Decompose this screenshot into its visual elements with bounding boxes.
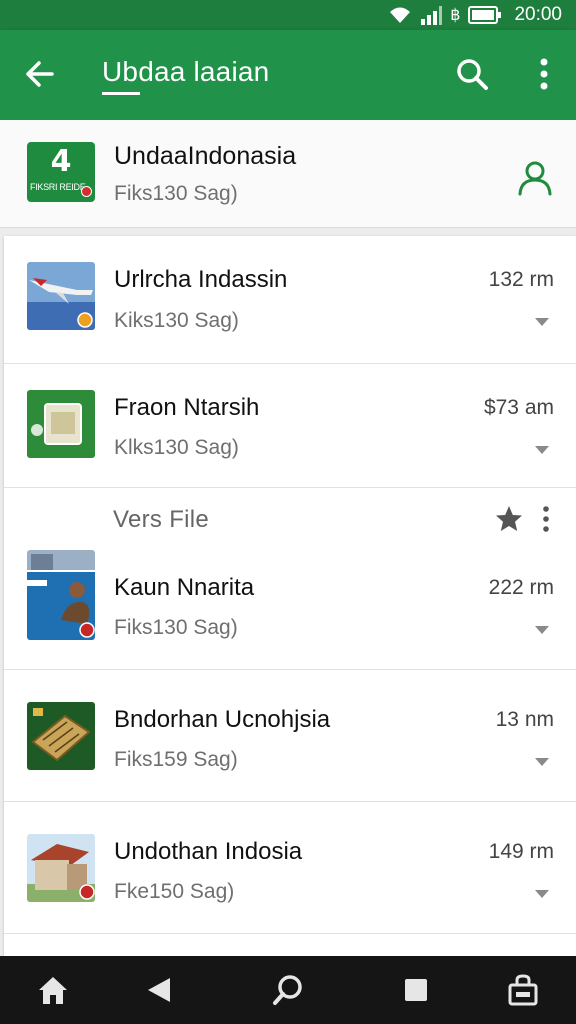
status-bar: ฿ 20:00	[0, 0, 576, 30]
app-title: Ubdaa laaian	[102, 56, 270, 87]
logo-caption: FIKSRI REIDE	[30, 182, 86, 192]
chevron-down-icon[interactable]	[534, 314, 550, 326]
chevron-down-icon[interactable]	[534, 622, 550, 634]
signal-icon	[420, 5, 443, 25]
back-arrow-icon[interactable]	[22, 56, 58, 92]
app-logo: 4 FIKSRI REIDE	[27, 142, 95, 202]
chevron-down-icon[interactable]	[534, 754, 550, 766]
wifi-icon	[388, 5, 412, 25]
app-screen: ฿ 20:00 Ubdaa laaian 4 FIKSRI REIDE Unda…	[0, 0, 576, 1024]
thumbnail-tablet	[27, 390, 95, 458]
thumbnail-board	[27, 702, 95, 770]
item-title: Undothan Indosia	[114, 838, 303, 865]
item-subtitle: Kiks130 Sag)	[114, 309, 239, 332]
featured-name: UndaaIndonasia	[114, 142, 297, 170]
item-subtitle: Fiks130 Sag)	[114, 616, 238, 639]
item-time: 13 nm	[495, 708, 554, 731]
more-vert-icon[interactable]	[530, 54, 558, 94]
item-subtitle: Fke150 Sag)	[114, 880, 235, 903]
list-item[interactable]: Fraon Ntarsih Klks130 Sag) $73 am	[4, 360, 576, 488]
status-time: 20:00	[514, 4, 562, 25]
bag-icon[interactable]	[505, 972, 541, 1008]
thumbnail-airplane	[27, 262, 95, 330]
title-underline	[102, 92, 140, 95]
item-time: 132 rm	[488, 268, 554, 291]
item-time: $73 am	[483, 396, 554, 419]
list-item[interactable]: Urlrcha Indassin Kiks130 Sag) 132 rm	[4, 236, 576, 364]
system-nav-bar	[0, 956, 576, 1024]
star-icon[interactable]	[494, 504, 524, 534]
home-icon[interactable]	[35, 972, 71, 1008]
section-header: Vers File	[4, 488, 576, 548]
chevron-down-icon[interactable]	[534, 442, 550, 454]
item-subtitle: Klks130 Sag)	[114, 436, 239, 459]
person-icon[interactable]	[515, 158, 555, 198]
featured-subtitle: Fiks130 Sag)	[114, 182, 238, 205]
battery-icon	[468, 5, 502, 25]
item-subtitle: Fiks159 Sag)	[114, 748, 238, 771]
logo-mark: 4	[50, 144, 72, 179]
section-label: Vers File	[113, 506, 210, 533]
list-card: Urlrcha Indassin Kiks130 Sag) 132 rm Fra…	[4, 236, 576, 956]
recents-icon[interactable]	[398, 972, 434, 1008]
featured-header[interactable]: 4 FIKSRI REIDE UndaaIndonasia Fiks130 Sa…	[0, 120, 576, 228]
list-item[interactable]: Undothan Indosia Fke150 Sag) 149 rm	[4, 802, 576, 934]
thumbnail-house	[27, 834, 95, 902]
back-triangle-icon[interactable]	[142, 972, 178, 1008]
item-time: 149 rm	[488, 840, 554, 863]
logo-badge	[81, 186, 92, 197]
item-time: 222 rm	[488, 576, 554, 599]
search-nav-icon[interactable]	[270, 972, 306, 1008]
app-bar: Ubdaa laaian	[0, 30, 576, 120]
data-icon: ฿	[450, 7, 461, 24]
item-title: Fraon Ntarsih	[114, 394, 260, 421]
search-icon[interactable]	[452, 54, 492, 94]
list-item[interactable]: Bndorhan Ucnohjsia Fiks159 Sag) 13 nm	[4, 670, 576, 802]
item-title: Bndorhan Ucnohjsia	[114, 706, 331, 733]
item-title: Urlrcha Indassin	[114, 266, 288, 293]
list-item[interactable]: Kaun Nnarita Fiks130 Sag) 222 rm	[4, 548, 576, 670]
chevron-down-icon[interactable]	[534, 886, 550, 898]
more-vert-icon[interactable]	[538, 504, 554, 534]
item-title: Kaun Nnarita	[114, 574, 255, 601]
thumbnail-people	[27, 550, 95, 640]
